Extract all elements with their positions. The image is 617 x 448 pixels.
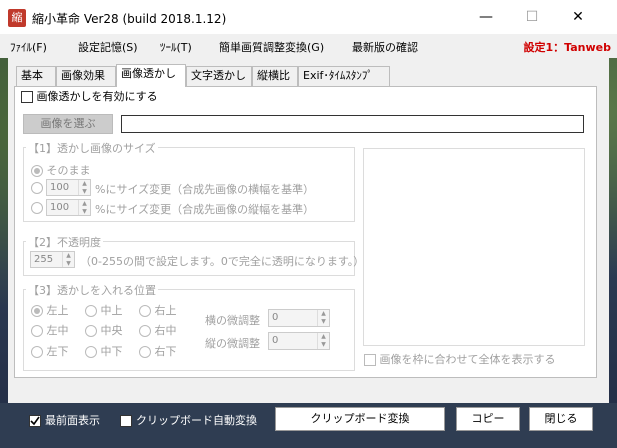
tab-image-watermark[interactable]: 画像透かし xyxy=(116,64,186,87)
position-top-left-row[interactable]: 左上 xyxy=(31,302,69,318)
position-top-right-label: 右上 xyxy=(154,304,177,317)
position-middle-left-row[interactable]: 左中 xyxy=(31,322,69,338)
check-icon xyxy=(30,416,40,426)
size-width-row xyxy=(31,181,43,194)
opacity-description: （0-255の間で設定します。0で完全に透明になります。） xyxy=(80,255,365,268)
clipboard-auto-checkbox[interactable] xyxy=(120,415,132,427)
copy-button[interactable]: コピー xyxy=(456,407,520,431)
size-as-is-radio[interactable] xyxy=(31,165,43,177)
minimize-button[interactable]: — xyxy=(463,0,509,34)
size-width-value: 100 xyxy=(50,182,70,193)
size-height-row xyxy=(31,201,43,214)
position-middle-right-radio[interactable] xyxy=(139,325,151,337)
spinner-arrows-icon: ▲ ▼ xyxy=(78,180,90,195)
app-icon: 縮 xyxy=(8,9,26,27)
horizontal-adjust-value: 0 xyxy=(272,312,279,323)
tab-basic[interactable]: 基本 xyxy=(16,66,56,86)
position-group-title: 【3】透かしを入れる位置 xyxy=(26,282,158,298)
opacity-spinner[interactable]: 255 ▲ ▼ xyxy=(30,251,75,268)
spinner-arrows-icon: ▲ ▼ xyxy=(317,333,329,349)
opacity-group-title: 【2】不透明度 xyxy=(26,234,103,250)
position-center-label: 中央 xyxy=(100,324,123,337)
vertical-adjust-label: 縦の微調整 xyxy=(205,337,260,350)
watermark-preview-area xyxy=(363,148,585,346)
horizontal-adjust-spinner[interactable]: 0 ▲ ▼ xyxy=(268,309,330,327)
menu-bar: ﾌｧｲﾙ(F) 設定記憶(S) ﾂｰﾙ(T) 簡単画質調整変換(G) 最新版の確… xyxy=(0,34,617,58)
position-top-left-label: 左上 xyxy=(46,304,69,317)
size-height-radio[interactable] xyxy=(31,202,43,214)
size-height-value: 100 xyxy=(50,202,70,213)
position-middle-right-label: 右中 xyxy=(154,324,177,337)
position-bottom-right-radio[interactable] xyxy=(139,346,151,358)
position-top-right-radio[interactable] xyxy=(139,305,151,317)
position-bottom-center-radio[interactable] xyxy=(85,346,97,358)
vertical-adjust-spinner[interactable]: 0 ▲ ▼ xyxy=(268,332,330,350)
fit-preview-label: 画像を枠に合わせて全体を表示する xyxy=(379,353,556,366)
position-top-left-radio[interactable] xyxy=(31,305,43,317)
position-middle-left-label: 左中 xyxy=(46,324,69,337)
position-bottom-right-label: 右下 xyxy=(154,345,177,358)
size-width-radio[interactable] xyxy=(31,182,43,194)
size-as-is-label: そのまま xyxy=(46,164,91,177)
position-bottom-center-label: 中下 xyxy=(100,345,123,358)
position-group-box xyxy=(23,289,355,371)
clipboard-convert-button[interactable]: クリップボード変換 xyxy=(275,407,445,431)
tab-text-watermark[interactable]: 文字透かし xyxy=(186,66,252,86)
spinner-arrows-icon: ▲ ▼ xyxy=(62,252,74,267)
always-on-top-row[interactable]: 最前面表示 xyxy=(29,412,100,428)
menu-settings-memory[interactable]: 設定記憶(S) xyxy=(78,39,138,55)
spinner-arrows-icon: ▲ ▼ xyxy=(78,200,90,215)
settings-profile-label: 設定1：Tanweb xyxy=(523,41,612,54)
enable-watermark-label: 画像透かしを有効にする xyxy=(36,90,158,103)
always-on-top-checkbox[interactable] xyxy=(29,415,41,427)
fit-preview-row[interactable]: 画像を枠に合わせて全体を表示する xyxy=(364,351,556,367)
position-bottom-left-label: 左下 xyxy=(46,345,69,358)
vertical-adjust-value: 0 xyxy=(272,335,279,346)
window-title: 縮小革命 Ver28 (build 2018.1.12) xyxy=(32,12,227,26)
size-width-spinner[interactable]: 100 ▲ ▼ xyxy=(46,179,91,196)
size-height-spinner[interactable]: 100 ▲ ▼ xyxy=(46,199,91,216)
image-path-field[interactable] xyxy=(121,115,584,133)
size-height-label: %にサイズ変更（合成先画像の縦幅を基準） xyxy=(95,203,315,216)
menu-check-update[interactable]: 最新版の確認 xyxy=(352,39,418,55)
always-on-top-label: 最前面表示 xyxy=(45,414,100,427)
close-button[interactable]: 閉じる xyxy=(529,407,593,431)
menu-quick-quality[interactable]: 簡単画質調整変換(G) xyxy=(219,39,324,55)
position-top-center-radio[interactable] xyxy=(85,305,97,317)
spinner-arrows-icon: ▲ ▼ xyxy=(317,310,329,326)
menu-file[interactable]: ﾌｧｲﾙ(F) xyxy=(10,39,47,55)
enable-watermark-checkbox[interactable] xyxy=(21,91,33,103)
clipboard-auto-row[interactable]: クリップボード自動変換 xyxy=(120,412,257,428)
choose-image-button[interactable]: 画像を選ぶ xyxy=(23,114,113,134)
position-bottom-right-row[interactable]: 右下 xyxy=(139,343,177,359)
size-group-title: 【1】透かし画像のサイズ xyxy=(26,140,158,156)
tab-exif-timestamp[interactable]: Exif･ﾀｲﾑｽﾀﾝﾌﾟ xyxy=(298,66,390,86)
position-top-right-row[interactable]: 右上 xyxy=(139,302,177,318)
tab-image-effect[interactable]: 画像効果 xyxy=(56,66,116,86)
position-bottom-left-row[interactable]: 左下 xyxy=(31,343,69,359)
size-width-label: %にサイズ変更（合成先画像の横幅を基準） xyxy=(95,183,315,196)
maximize-button[interactable]: ☐ xyxy=(509,0,555,34)
position-top-center-row[interactable]: 中上 xyxy=(85,302,123,318)
position-top-center-label: 中上 xyxy=(100,304,123,317)
menu-tools[interactable]: ﾂｰﾙ(T) xyxy=(160,39,192,55)
horizontal-adjust-label: 横の微調整 xyxy=(205,314,260,327)
position-bottom-center-row[interactable]: 中下 xyxy=(85,343,123,359)
fit-preview-checkbox[interactable] xyxy=(364,354,376,366)
tab-aspect-ratio[interactable]: 縦横比 xyxy=(252,66,298,86)
position-middle-left-radio[interactable] xyxy=(31,325,43,337)
position-center-radio[interactable] xyxy=(85,325,97,337)
close-window-button[interactable]: ✕ xyxy=(555,0,601,34)
position-bottom-left-radio[interactable] xyxy=(31,346,43,358)
position-center-row[interactable]: 中央 xyxy=(85,322,123,338)
title-bar: 縮 縮小革命 Ver28 (build 2018.1.12) — ☐ ✕ xyxy=(0,0,617,34)
clipboard-auto-label: クリップボード自動変換 xyxy=(136,414,257,427)
enable-watermark-checkbox-row[interactable]: 画像透かしを有効にする xyxy=(21,88,158,104)
size-as-is-row[interactable]: そのまま xyxy=(31,162,91,178)
opacity-value: 255 xyxy=(34,254,54,265)
position-middle-right-row[interactable]: 右中 xyxy=(139,322,177,338)
